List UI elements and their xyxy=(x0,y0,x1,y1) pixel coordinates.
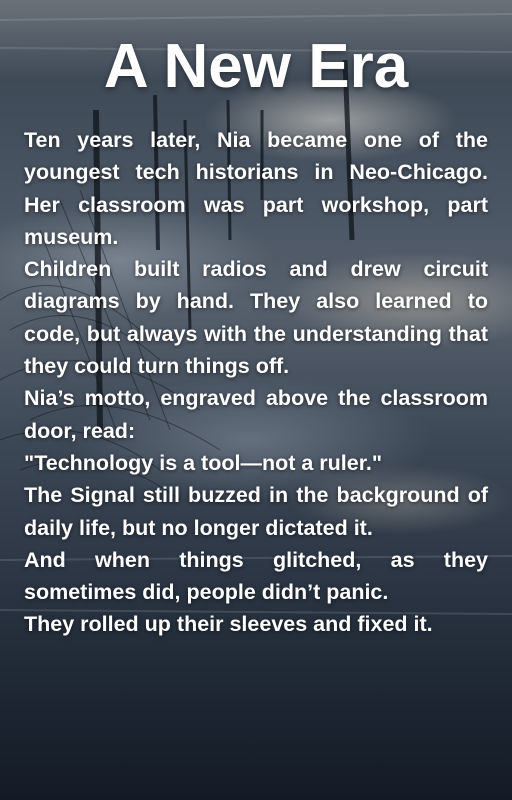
motto-quote: "Technology is a tool—not a ruler." xyxy=(24,450,383,475)
paragraph: And when things glitched, as they someti… xyxy=(24,547,488,605)
paragraph: The Signal still buzzed in the backgroun… xyxy=(24,483,488,540)
story-page: A New Era Ten years later, Nia became on… xyxy=(24,30,488,641)
paragraph: Ten years later, Nia became one of the y… xyxy=(24,128,488,249)
story-text: Ten years later, Nia became one of the y… xyxy=(24,124,488,641)
paragraph: Children built radios and drew circuit d… xyxy=(24,257,488,379)
page-title: A New Era xyxy=(103,32,409,101)
paragraph: They rolled up their sleeves and fixed i… xyxy=(24,612,433,637)
paragraph: Nia’s motto, engraved above the classroo… xyxy=(24,386,488,443)
